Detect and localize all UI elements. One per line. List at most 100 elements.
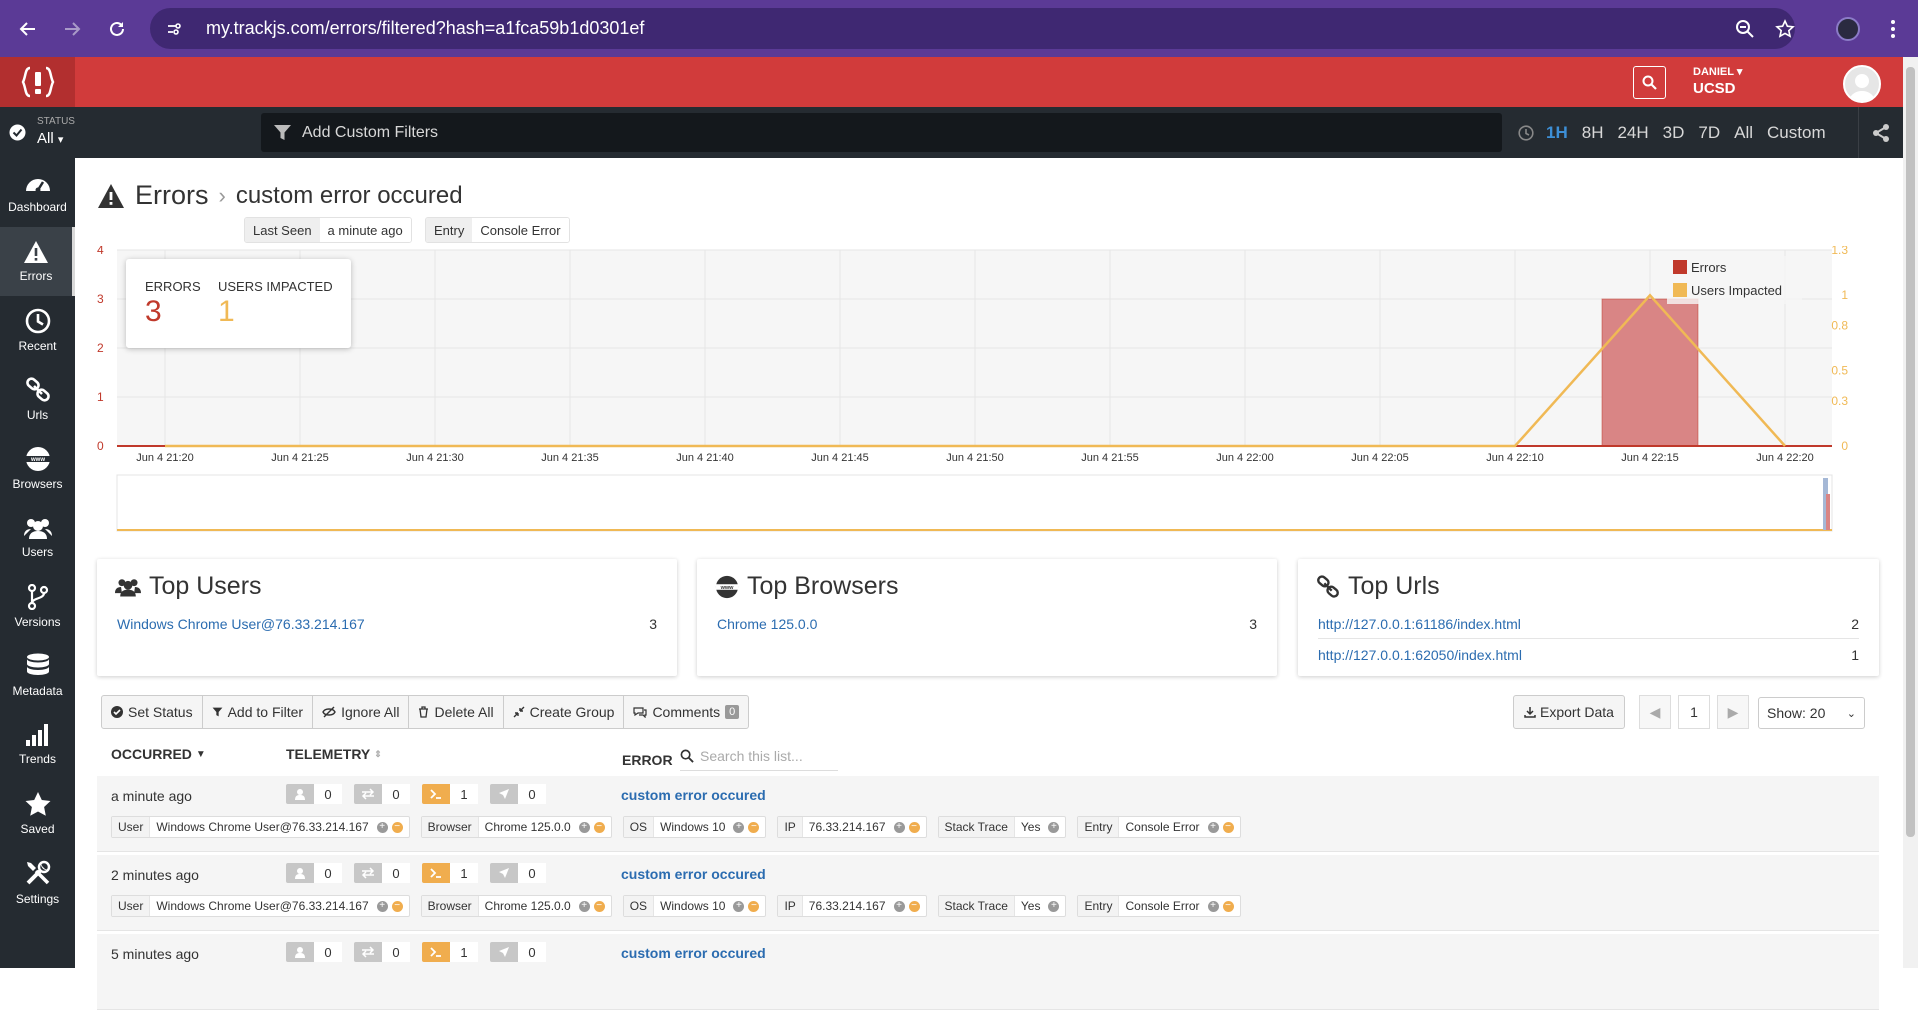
telemetry-badge[interactable]: 0 — [286, 863, 342, 883]
sort-telemetry-header[interactable]: TELEMETRY ⇕ — [286, 746, 382, 762]
zoom-icon[interactable] — [1725, 0, 1765, 57]
sidebar-item-versions[interactable]: Versions — [0, 572, 75, 641]
share-button[interactable] — [1858, 107, 1903, 158]
status-filter[interactable]: STATUS All ▾ — [0, 107, 75, 158]
range-custom[interactable]: Custom — [1767, 123, 1826, 143]
minus-circle-icon[interactable]: − — [1222, 900, 1234, 912]
telemetry-badge[interactable]: 1 — [422, 942, 478, 962]
set-status-button[interactable]: Set Status — [102, 696, 203, 728]
plus-circle-icon[interactable]: + — [1048, 900, 1060, 912]
telemetry-badge[interactable]: 0 — [490, 942, 546, 962]
comments-button[interactable]: Comments 0 — [624, 696, 748, 728]
back-icon[interactable] — [8, 0, 48, 57]
sidebar-item-errors[interactable]: Errors — [0, 227, 75, 296]
telemetry-badge[interactable]: 1 — [422, 784, 478, 804]
range-7d[interactable]: 7D — [1698, 123, 1720, 143]
navigation-icon — [490, 863, 518, 883]
error-message-link[interactable]: custom error occured — [621, 866, 766, 882]
delete-all-button[interactable]: Delete All — [409, 696, 504, 728]
sidebar-item-browsers[interactable]: www Browsers — [0, 434, 75, 503]
address-bar[interactable]: my.trackjs.com/errors/filtered?hash=a1fc… — [150, 8, 1795, 49]
minus-circle-icon[interactable]: − — [748, 900, 760, 912]
plus-circle-icon[interactable]: + — [1207, 821, 1219, 833]
profile-avatar-icon[interactable] — [1828, 0, 1868, 57]
sidebar-item-dashboard[interactable]: Dashboard — [0, 158, 75, 227]
telemetry-badge[interactable]: 0 — [354, 863, 410, 883]
sidebar-item-recent[interactable]: Recent — [0, 296, 75, 365]
list-search-input[interactable] — [700, 747, 830, 764]
page-size-select[interactable]: Show: 20 ⌄ — [1758, 697, 1865, 729]
table-row[interactable]: 2 minutes ago 0 0 1 0 custom error occured Use… — [97, 855, 1879, 931]
plus-circle-icon[interactable]: + — [733, 900, 745, 912]
ignore-all-button[interactable]: Ignore All — [313, 696, 410, 728]
telemetry-badge[interactable]: 0 — [354, 784, 410, 804]
top-browser-link[interactable]: Chrome 125.0.0 — [717, 616, 817, 632]
sidebar-item-users[interactable]: Users — [0, 503, 75, 572]
plus-circle-icon[interactable]: + — [1048, 821, 1060, 833]
minus-circle-icon[interactable]: − — [908, 900, 920, 912]
minus-circle-icon[interactable]: − — [391, 900, 403, 912]
telemetry-badge[interactable]: 0 — [490, 784, 546, 804]
sidebar-item-trends[interactable]: Trends — [0, 710, 75, 779]
trackjs-logo[interactable] — [0, 57, 75, 107]
top-url-link[interactable]: http://127.0.0.1:61186/index.html — [1318, 616, 1521, 632]
account-menu[interactable]: DANIEL ▾ UCSD — [1693, 65, 1742, 97]
reload-icon[interactable] — [97, 0, 137, 57]
table-row[interactable]: a minute ago 0 0 1 0 custom error occured User… — [97, 776, 1879, 852]
plus-circle-icon[interactable]: + — [1207, 900, 1219, 912]
plus-circle-icon[interactable]: + — [578, 821, 590, 833]
sidebar-item-urls[interactable]: Urls — [0, 365, 75, 434]
range-3d[interactable]: 3D — [1663, 123, 1685, 143]
plus-circle-icon[interactable]: + — [733, 821, 745, 833]
site-info-icon[interactable] — [160, 15, 188, 43]
sidebar-item-metadata[interactable]: Metadata — [0, 641, 75, 710]
table-row[interactable]: 5 minutes ago 0 0 1 0 custom error occured — [97, 934, 1879, 1010]
plus-circle-icon[interactable]: + — [376, 821, 388, 833]
errors-bar — [1601, 298, 1699, 447]
range-24h[interactable]: 24H — [1617, 123, 1648, 143]
sidebar-item-saved[interactable]: Saved — [0, 779, 75, 848]
current-page[interactable]: 1 — [1678, 695, 1710, 729]
plus-circle-icon[interactable]: + — [578, 900, 590, 912]
minus-circle-icon[interactable]: − — [908, 821, 920, 833]
minus-circle-icon[interactable]: − — [593, 900, 605, 912]
telemetry-badge[interactable]: 1 — [422, 863, 478, 883]
range-8h[interactable]: 8H — [1582, 123, 1604, 143]
sidebar-item-settings[interactable]: Settings — [0, 848, 75, 917]
create-group-button[interactable]: Create Group — [504, 696, 625, 728]
top-user-link[interactable]: Windows Chrome User@76.33.214.167 — [117, 616, 365, 632]
top-url-link[interactable]: http://127.0.0.1:62050/index.html — [1318, 647, 1522, 663]
telemetry-badge[interactable]: 0 — [354, 942, 410, 962]
custom-filter-input[interactable]: Add Custom Filters — [261, 113, 1502, 152]
export-data-button[interactable]: Export Data — [1513, 695, 1625, 729]
breadcrumb-errors[interactable]: Errors — [135, 180, 209, 211]
search-button[interactable] — [1633, 66, 1666, 99]
error-message-link[interactable]: custom error occured — [621, 945, 766, 961]
legend-label-users: Users Impacted — [1691, 283, 1782, 298]
plus-circle-icon[interactable]: + — [376, 900, 388, 912]
telemetry-badge[interactable]: 0 — [286, 784, 342, 804]
prev-page-button[interactable]: ◀ — [1639, 695, 1671, 729]
vertical-scrollbar[interactable] — [1903, 57, 1918, 968]
next-page-button[interactable]: ▶ — [1717, 695, 1749, 729]
avatar[interactable] — [1843, 65, 1881, 103]
add-to-filter-button[interactable]: Add to Filter — [203, 696, 314, 728]
browser-menu-icon[interactable] — [1873, 0, 1913, 57]
plus-circle-icon[interactable]: + — [893, 900, 905, 912]
x-tick-label: Jun 4 22:00 — [1216, 452, 1274, 464]
range-all[interactable]: All — [1734, 123, 1753, 143]
plus-circle-icon[interactable]: + — [893, 821, 905, 833]
scrollbar-thumb[interactable] — [1906, 67, 1915, 837]
minus-circle-icon[interactable]: − — [391, 821, 403, 833]
bookmark-star-icon[interactable] — [1765, 0, 1805, 57]
tag-value: Console Error — [1125, 899, 1200, 913]
minus-circle-icon[interactable]: − — [1222, 821, 1234, 833]
forward-icon[interactable] — [52, 0, 92, 57]
range-1h[interactable]: 1H — [1546, 123, 1568, 143]
telemetry-badge[interactable]: 0 — [490, 863, 546, 883]
minus-circle-icon[interactable]: − — [748, 821, 760, 833]
telemetry-badge[interactable]: 0 — [286, 942, 342, 962]
error-message-link[interactable]: custom error occured — [621, 787, 766, 803]
sort-occurred-header[interactable]: OCCURRED ▼ — [111, 746, 206, 762]
minus-circle-icon[interactable]: − — [593, 821, 605, 833]
